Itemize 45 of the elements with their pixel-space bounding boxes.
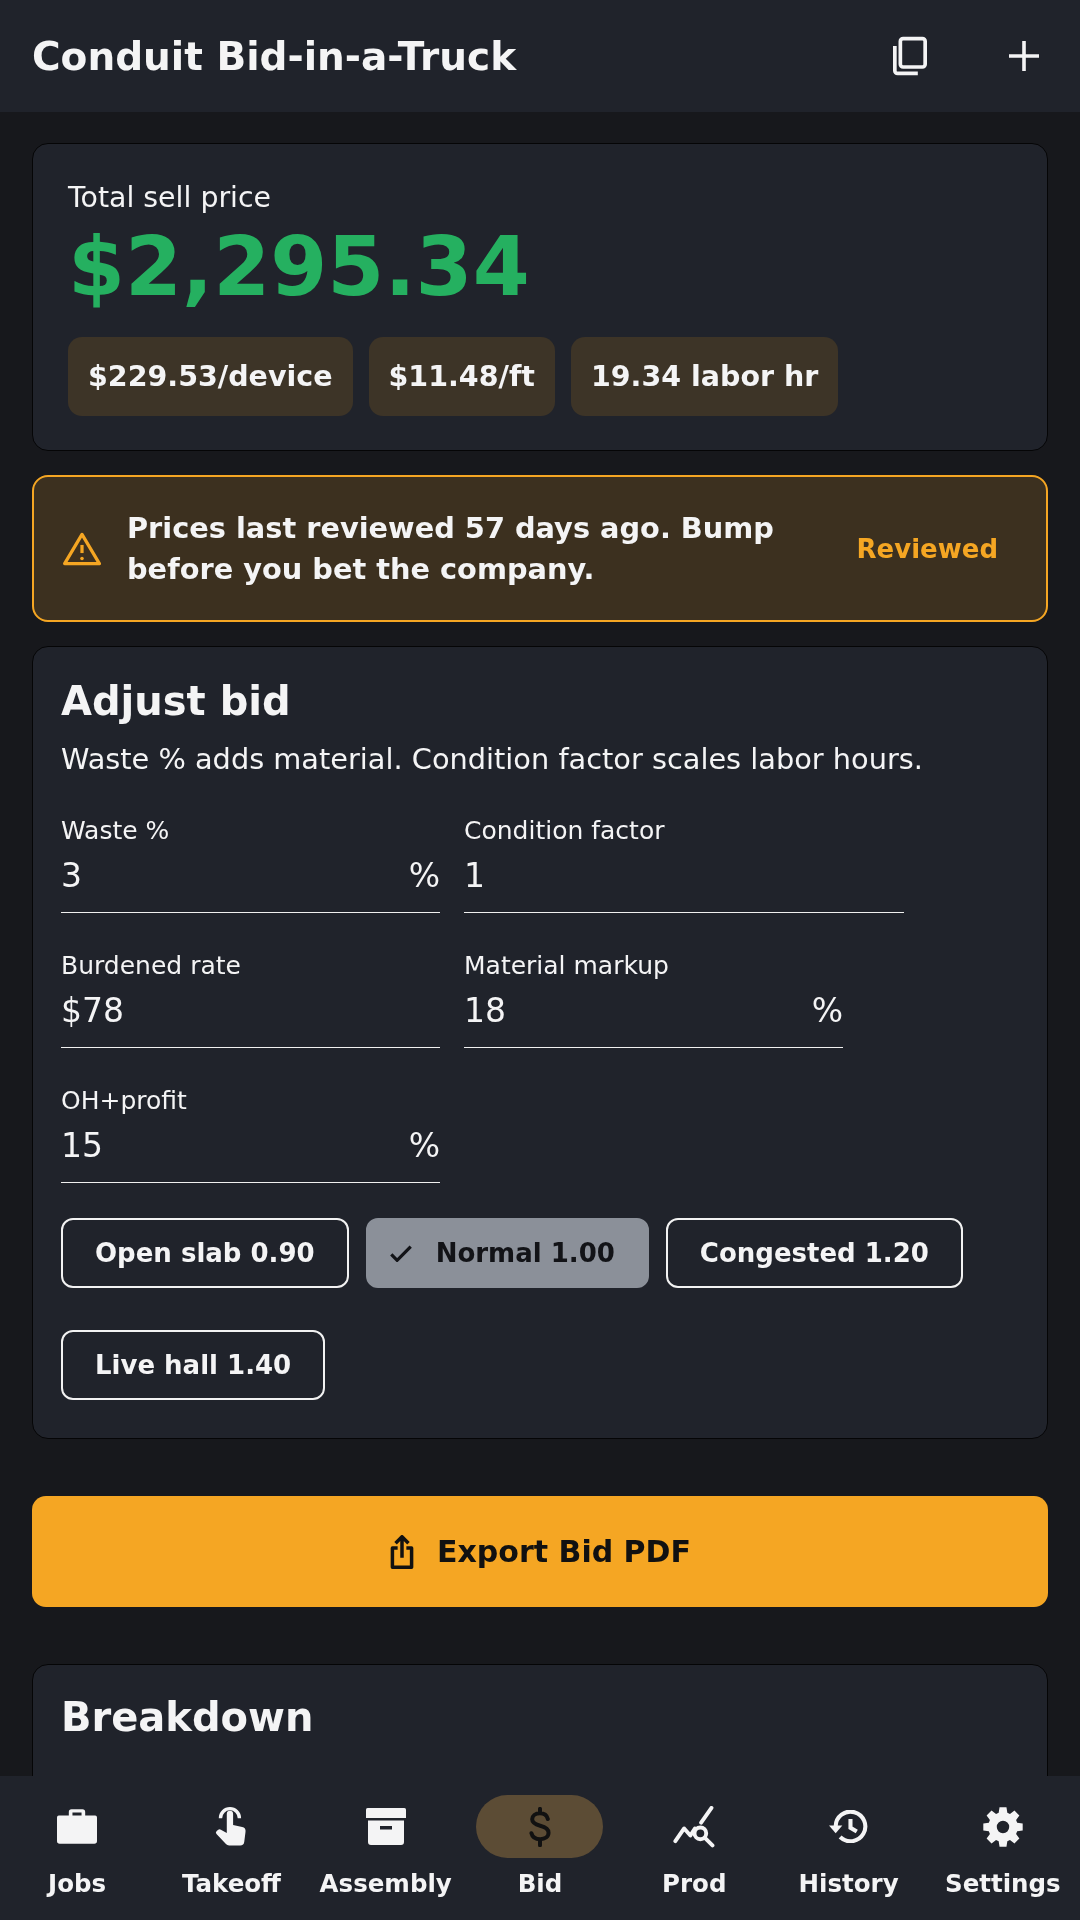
briefcase-icon — [57, 1809, 98, 1844]
condition-chip[interactable]: Congested 1.20 — [665, 1218, 963, 1289]
reviewed-action[interactable]: Reviewed — [838, 523, 1016, 574]
nav-item[interactable]: Bid — [462, 1776, 618, 1905]
stat-chip: 19.34 labor hr — [570, 337, 839, 416]
total-label: Total sell price — [68, 180, 273, 216]
nav-item[interactable]: Takeoff — [154, 1776, 309, 1905]
section-title: Adjust bid — [61, 677, 292, 726]
input-field[interactable]: 18 % — [464, 989, 843, 1049]
hand-pointer-icon — [215, 1806, 248, 1847]
history-icon — [828, 1810, 869, 1843]
chart-search-icon — [673, 1805, 716, 1848]
dollar-icon — [529, 1806, 551, 1847]
input-field[interactable]: 1 — [464, 854, 904, 914]
field-label: Waste % — [61, 816, 171, 847]
input-field[interactable]: $78 — [61, 989, 440, 1049]
nav-item[interactable]: Prod — [617, 1776, 772, 1905]
warning-message: Prices last reviewed 57 days ago. Bump before you bet the company. — [127, 510, 775, 588]
section-description: Waste % adds material. Condition factor scales labor hours. — [61, 741, 924, 779]
stat-chip: $229.53/device — [68, 337, 353, 416]
field-label: Burdened rate — [61, 951, 242, 982]
copy-icon[interactable] — [893, 36, 927, 76]
app-title: Conduit Bid-in-a-Truck — [32, 33, 518, 79]
section-title: Breakdown — [61, 1693, 315, 1742]
export-button[interactable]: Export Bid PDF — [32, 1496, 1048, 1608]
field-label: Condition factor — [464, 816, 666, 847]
field-label: OH+profit — [61, 1086, 188, 1117]
input-field[interactable]: 3 % — [61, 854, 440, 914]
add-icon[interactable] — [1009, 41, 1039, 71]
warning-icon — [63, 531, 101, 566]
nav-item[interactable]: Assembly — [308, 1776, 463, 1905]
nav-item[interactable]: Jobs — [0, 1776, 155, 1905]
total-price: $2,295.34 — [68, 224, 531, 310]
nav-item[interactable]: Settings — [925, 1776, 1080, 1905]
nav-item[interactable]: History — [771, 1776, 926, 1905]
condition-chip[interactable]: Open slab 0.90 — [61, 1218, 349, 1289]
input-field[interactable]: 15 % — [61, 1124, 440, 1184]
condition-chip[interactable]: Live hall 1.40 — [61, 1330, 326, 1401]
settings-icon — [982, 1806, 1023, 1847]
condition-chip[interactable]: Normal 1.00 — [365, 1218, 649, 1289]
check-icon — [389, 1244, 412, 1262]
stat-chip: $11.48/ft — [368, 337, 555, 416]
share-icon — [389, 1534, 415, 1569]
field-label: Material markup — [464, 951, 670, 982]
archive-box-icon — [365, 1808, 406, 1845]
